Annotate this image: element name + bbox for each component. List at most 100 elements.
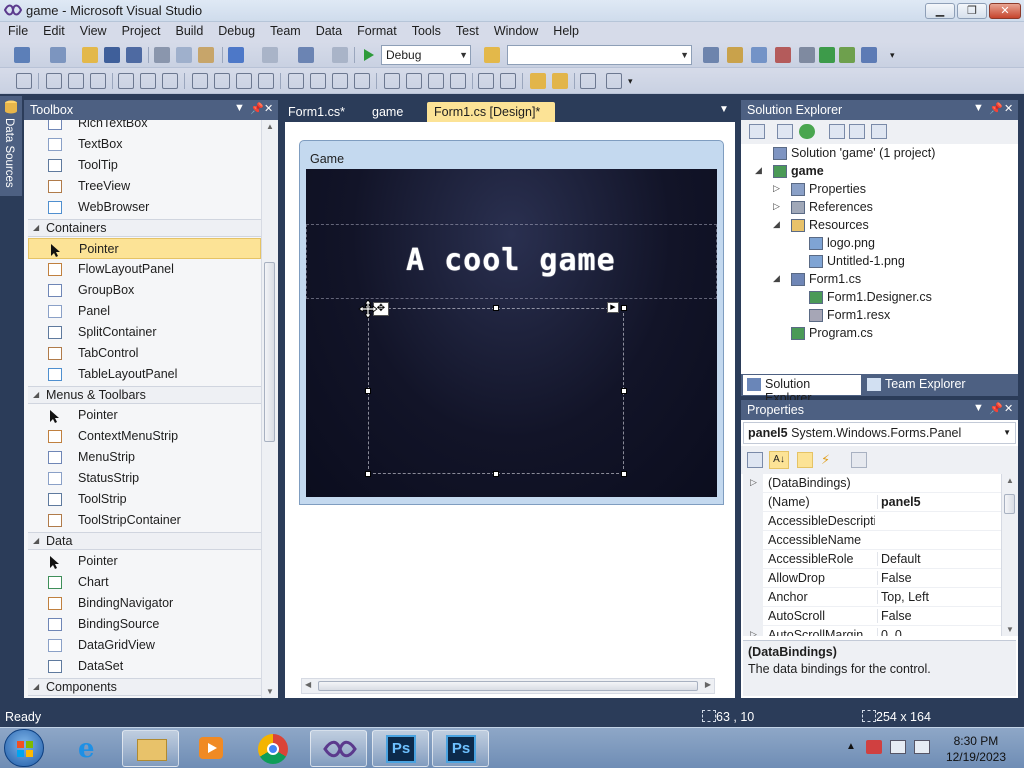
pin-icon[interactable]: 📌 (250, 102, 264, 115)
properties-icon[interactable] (749, 124, 765, 139)
start-page-icon[interactable] (819, 47, 835, 63)
menu-edit[interactable]: Edit (35, 22, 72, 38)
horizontal-spacing-icon[interactable] (288, 73, 304, 89)
game-form[interactable]: Game A cool game ✥ ▶ (299, 140, 724, 505)
events-icon[interactable]: ⚡ (821, 452, 837, 468)
scrollbar-thumb[interactable] (1004, 494, 1015, 514)
align-middles-icon[interactable] (140, 73, 156, 89)
menu-help[interactable]: Help (545, 22, 586, 38)
property-pages-icon[interactable] (851, 452, 867, 468)
view-code-icon[interactable] (829, 124, 845, 139)
toolbox-item[interactable]: Pointer (28, 551, 261, 572)
property-row[interactable]: AccessibleName (743, 531, 1001, 550)
decrease-vertical-spacing-icon[interactable] (428, 73, 444, 89)
toolbox-item[interactable]: DataGridView (28, 635, 261, 656)
align-bottoms-icon[interactable] (162, 73, 178, 89)
file-explorer-icon[interactable] (122, 730, 179, 767)
show-hidden-icons-icon[interactable]: ▲ (846, 741, 856, 752)
tree-node[interactable]: ◢ game (741, 162, 1018, 180)
categorized-icon[interactable] (747, 452, 763, 468)
show-all-files-icon[interactable] (777, 124, 793, 139)
toolbox-item[interactable]: WebBrowser (28, 197, 261, 218)
network-icon[interactable] (890, 740, 906, 754)
solution-explorer-icon[interactable] (703, 47, 719, 63)
toolbox-item[interactable]: ToolStrip (28, 489, 261, 510)
send-to-back-icon[interactable] (552, 73, 568, 89)
align-lefts-icon[interactable] (46, 73, 62, 89)
tab-team-explorer[interactable]: Team Explorer (863, 375, 983, 395)
find-combo[interactable]: ▼ (507, 45, 692, 65)
save-all-icon[interactable] (126, 47, 142, 63)
refresh-icon[interactable] (799, 124, 815, 139)
redo-icon[interactable] (262, 47, 278, 63)
resize-handle[interactable] (621, 471, 627, 477)
expand-arrow-icon[interactable]: ▷ (750, 477, 757, 488)
toolbox-item[interactable]: TextBox (28, 134, 261, 155)
toolbox-item[interactable]: MenuStrip (28, 447, 261, 468)
tab-overflow-icon[interactable]: ▼ (719, 104, 729, 115)
toolbox-group[interactable]: Components (28, 678, 261, 696)
media-player-icon[interactable] (182, 730, 239, 767)
menu-window[interactable]: Window (486, 22, 545, 38)
scrollbar-thumb[interactable] (318, 681, 698, 691)
action-center-icon[interactable] (866, 740, 882, 754)
toolbox-item[interactable]: TreeView (28, 176, 261, 197)
menu-file[interactable]: File (0, 22, 35, 38)
copy-icon[interactable] (176, 47, 192, 63)
property-row[interactable]: AllowDrop False (743, 569, 1001, 588)
center-vertically-icon[interactable] (500, 73, 516, 89)
close-icon[interactable]: ✕ (264, 102, 273, 115)
center-horizontally-icon[interactable] (478, 73, 494, 89)
game-title-label[interactable]: A cool game (406, 243, 616, 278)
toolbox-item[interactable]: TabControl (28, 343, 261, 364)
menu-build[interactable]: Build (167, 22, 210, 38)
size-to-grid-icon[interactable] (214, 73, 230, 89)
cut-icon[interactable] (154, 47, 170, 63)
lock-controls-icon[interactable] (606, 73, 622, 89)
solution-configuration-combo[interactable]: Debug ▼ (381, 45, 471, 65)
tree-node[interactable]: logo.png (741, 234, 1018, 252)
tree-node[interactable]: Program.cs (741, 324, 1018, 342)
property-value[interactable]: Top, Left (877, 590, 1001, 604)
toolbox-icon[interactable] (775, 47, 791, 63)
toolbox-item[interactable]: Pointer (28, 238, 261, 259)
menu-test[interactable]: Test (448, 22, 486, 38)
menu-view[interactable]: View (72, 22, 114, 38)
output-window-icon[interactable] (839, 47, 855, 63)
remove-spacing-icon[interactable] (354, 73, 370, 89)
close-icon[interactable]: ✕ (1004, 402, 1013, 415)
resize-handle[interactable] (621, 305, 627, 311)
toolbox-item[interactable]: RichTextBox (28, 120, 261, 134)
selected-panel5[interactable] (368, 308, 624, 474)
pin-icon[interactable]: 📌 (989, 102, 1003, 115)
paste-icon[interactable] (198, 47, 214, 63)
window-position-icon[interactable]: ▼ (973, 102, 984, 114)
open-file-icon[interactable] (82, 47, 98, 63)
resize-handle[interactable] (365, 388, 371, 394)
align-rights-icon[interactable] (90, 73, 106, 89)
align-tops-icon[interactable] (118, 73, 134, 89)
class-diagram-icon[interactable] (871, 124, 887, 139)
smart-tag-icon[interactable]: ▶ (607, 302, 619, 313)
minimize-button[interactable]: ▁ (925, 3, 955, 19)
window-position-icon[interactable]: ▼ (973, 402, 984, 414)
form-client-area[interactable]: A cool game ✥ ▶ (306, 169, 717, 497)
resize-handle[interactable] (493, 305, 499, 311)
chrome-icon[interactable] (244, 730, 301, 767)
alphabetical-icon[interactable]: A↓ (769, 451, 789, 469)
system-clock[interactable]: 8:30 PM 12/19/2023 (946, 733, 1006, 765)
add-item-icon[interactable] (50, 47, 66, 63)
property-value[interactable]: 0, 0 (877, 628, 1001, 636)
toolbox-group[interactable]: Menus & Toolbars (28, 386, 261, 404)
tree-node[interactable]: Form1.Designer.cs (741, 288, 1018, 306)
toolbar-options-icon[interactable]: ▾ (628, 73, 644, 89)
property-row[interactable]: AutoScroll False (743, 607, 1001, 626)
bring-to-front-icon[interactable] (530, 73, 546, 89)
navigate-backward-icon[interactable] (298, 47, 314, 63)
save-icon[interactable] (104, 47, 120, 63)
property-grid-scrollbar[interactable]: ▲ ▼ (1001, 474, 1018, 636)
resize-handle[interactable] (365, 471, 371, 477)
photoshop-icon[interactable]: Ps (372, 730, 429, 767)
align-centers-icon[interactable] (68, 73, 84, 89)
collapsed-arrow-icon[interactable]: ▷ (773, 183, 780, 194)
